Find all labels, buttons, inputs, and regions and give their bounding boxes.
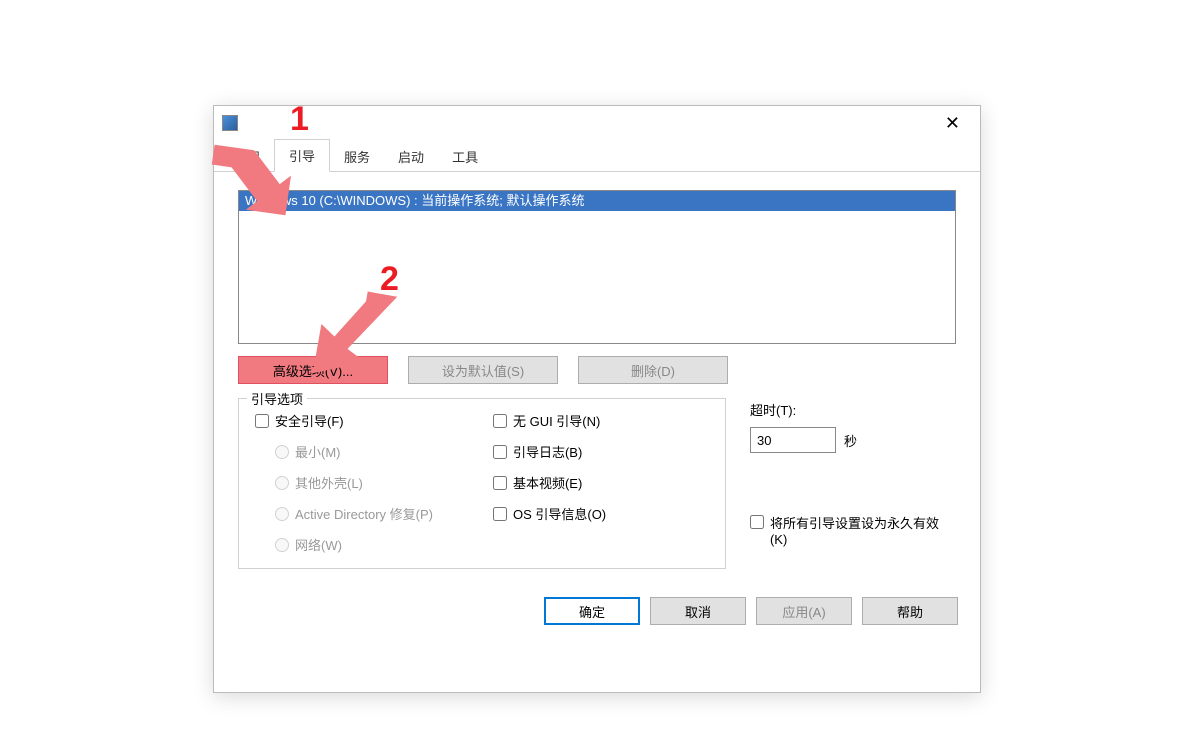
delete-button: 删除(D) bbox=[578, 356, 728, 384]
minimal-radio-row: 最小(M) bbox=[275, 442, 433, 461]
tabstrip: 常规 引导 服务 启动 工具 bbox=[214, 140, 980, 172]
os-listbox[interactable]: Windows 10 (C:\WINDOWS) : 当前操作系统; 默认操作系统 bbox=[238, 190, 956, 344]
no-gui-checkbox[interactable] bbox=[493, 414, 507, 428]
timeout-label: 超时(T): bbox=[750, 400, 956, 419]
alt-shell-radio bbox=[275, 476, 289, 490]
advanced-options-button[interactable]: 高级选项(V)... bbox=[238, 356, 388, 384]
safe-boot-checkbox[interactable] bbox=[255, 414, 269, 428]
tab-general[interactable]: 常规 bbox=[220, 141, 274, 172]
mid-button-row: 高级选项(V)... 设为默认值(S) 删除(D) bbox=[238, 356, 956, 384]
titlebar: ✕ bbox=[214, 106, 980, 140]
os-boot-info-checkbox-row: OS 引导信息(O) bbox=[493, 504, 606, 523]
ad-repair-label: Active Directory 修复(P) bbox=[295, 504, 433, 523]
alt-shell-radio-row: 其他外壳(L) bbox=[275, 473, 433, 492]
boot-log-checkbox-row: 引导日志(B) bbox=[493, 442, 606, 461]
boot-log-label: 引导日志(B) bbox=[513, 442, 582, 461]
os-boot-info-label: OS 引导信息(O) bbox=[513, 504, 606, 523]
apply-button: 应用(A) bbox=[756, 597, 852, 625]
timeout-column: 超时(T): 秒 将所有引导设置设为永久有效(K) bbox=[750, 398, 956, 569]
tab-services[interactable]: 服务 bbox=[330, 141, 384, 172]
os-boot-info-checkbox[interactable] bbox=[493, 507, 507, 521]
set-default-button: 设为默认值(S) bbox=[408, 356, 558, 384]
cancel-button[interactable]: 取消 bbox=[650, 597, 746, 625]
minimal-radio bbox=[275, 445, 289, 459]
tab-boot[interactable]: 引导 bbox=[274, 139, 330, 172]
network-radio-row: 网络(W) bbox=[275, 535, 433, 554]
timeout-row: 秒 bbox=[750, 427, 956, 453]
permanent-label: 将所有引导设置设为永久有效(K) bbox=[770, 513, 956, 547]
boot-log-checkbox[interactable] bbox=[493, 445, 507, 459]
boot-options-layout: 引导选项 安全引导(F) 最小(M) 其他外壳(L) bbox=[238, 398, 956, 569]
os-list-item[interactable]: Windows 10 (C:\WINDOWS) : 当前操作系统; 默认操作系统 bbox=[239, 191, 955, 211]
minimal-label: 最小(M) bbox=[295, 442, 341, 461]
tab-content-boot: Windows 10 (C:\WINDOWS) : 当前操作系统; 默认操作系统… bbox=[214, 172, 980, 583]
help-button[interactable]: 帮助 bbox=[862, 597, 958, 625]
base-video-checkbox[interactable] bbox=[493, 476, 507, 490]
base-video-checkbox-row: 基本视频(E) bbox=[493, 473, 606, 492]
base-video-label: 基本视频(E) bbox=[513, 473, 582, 492]
timeout-unit: 秒 bbox=[844, 431, 857, 450]
msconfig-dialog: ✕ 常规 引导 服务 启动 工具 Windows 10 (C:\WINDOWS)… bbox=[213, 105, 981, 693]
permanent-checkbox[interactable] bbox=[750, 515, 764, 529]
tab-tools[interactable]: 工具 bbox=[438, 141, 492, 172]
boot-options-legend: 引导选项 bbox=[247, 389, 307, 408]
permanent-checkbox-row: 将所有引导设置设为永久有效(K) bbox=[750, 513, 956, 547]
network-radio bbox=[275, 538, 289, 552]
ok-button[interactable]: 确定 bbox=[544, 597, 640, 625]
ad-repair-radio-row: Active Directory 修复(P) bbox=[275, 504, 433, 523]
alt-shell-label: 其他外壳(L) bbox=[295, 473, 363, 492]
app-icon bbox=[222, 115, 238, 131]
safe-boot-label: 安全引导(F) bbox=[275, 411, 344, 430]
no-gui-checkbox-row: 无 GUI 引导(N) bbox=[493, 411, 606, 430]
ad-repair-radio bbox=[275, 507, 289, 521]
timeout-input[interactable] bbox=[750, 427, 836, 453]
boot-options-fieldset: 引导选项 安全引导(F) 最小(M) 其他外壳(L) bbox=[238, 398, 726, 569]
safe-boot-checkbox-row: 安全引导(F) bbox=[255, 411, 433, 430]
dialog-button-row: 确定 取消 应用(A) 帮助 bbox=[214, 583, 980, 639]
close-icon[interactable]: ✕ bbox=[935, 109, 970, 138]
network-label: 网络(W) bbox=[295, 535, 342, 554]
no-gui-label: 无 GUI 引导(N) bbox=[513, 411, 600, 430]
tab-startup[interactable]: 启动 bbox=[384, 141, 438, 172]
